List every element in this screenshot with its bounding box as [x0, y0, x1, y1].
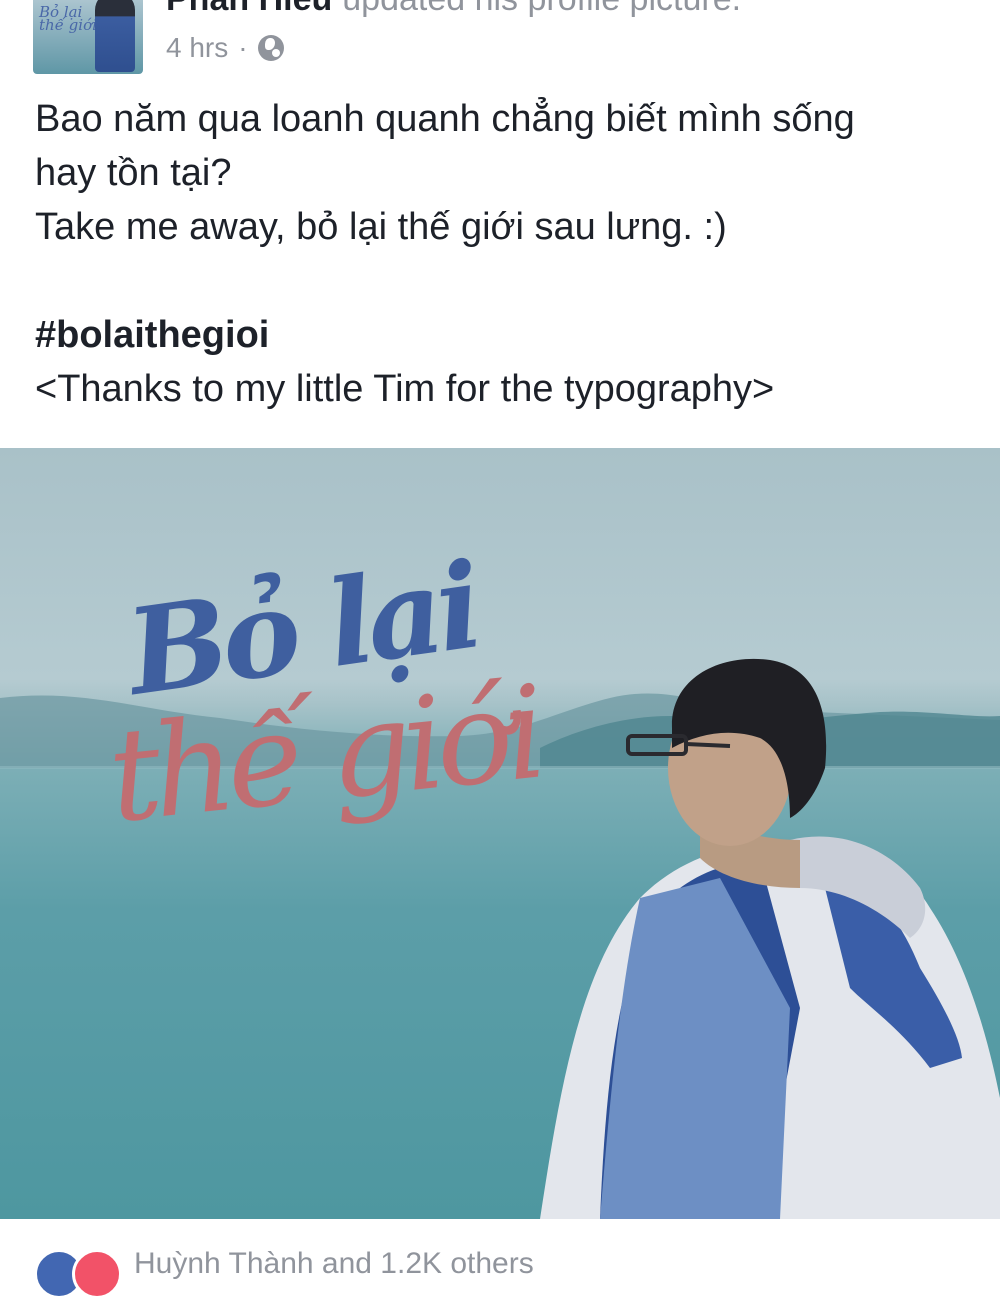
post-line: Bao năm qua loanh quanh chẳng biết mình … — [35, 98, 855, 140]
post-timestamp[interactable]: 4 hrs — [166, 32, 228, 64]
hashtag-link[interactable]: #bolaithegioi — [35, 308, 995, 362]
author-avatar[interactable]: Bỏ lại thế giới — [33, 0, 143, 74]
post-line: hay tồn tại? — [35, 152, 232, 194]
post-header: Bỏ lại thế giới Phan Hiếu updated his pro… — [0, 0, 1000, 90]
love-icon — [72, 1249, 122, 1299]
post-text: Bao năm qua loanh quanh chẳng biết mình … — [35, 92, 995, 416]
post-action: updated his profile picture. — [342, 0, 741, 18]
meta-separator: · — [238, 32, 248, 63]
avatar-artwork-text: Bỏ lại thế giới — [39, 3, 97, 34]
author-line: Phan Hiếu updated his profile picture. — [166, 0, 741, 19]
avatar-person — [95, 0, 135, 72]
reaction-summary[interactable]: Huỳnh Thành and 1.2K others — [134, 1247, 534, 1281]
typography-credit: <Thanks to my little Tim for the typogra… — [35, 368, 775, 410]
artwork-title-line2: thế giới — [101, 658, 546, 852]
artwork-title: Bỏ lại thế giới — [102, 536, 580, 948]
author-name[interactable]: Phan Hiếu — [166, 0, 332, 18]
post-photo[interactable]: Bỏ lại thế giới — [0, 448, 1000, 1219]
globe-icon[interactable] — [257, 35, 284, 61]
post-meta: 4 hrs · — [166, 32, 284, 64]
post-line: Take me away, bỏ lại thế giới sau lưng. … — [35, 206, 727, 248]
reactions-bar[interactable]: Huỳnh Thành and 1.2K others — [0, 1219, 1000, 1299]
